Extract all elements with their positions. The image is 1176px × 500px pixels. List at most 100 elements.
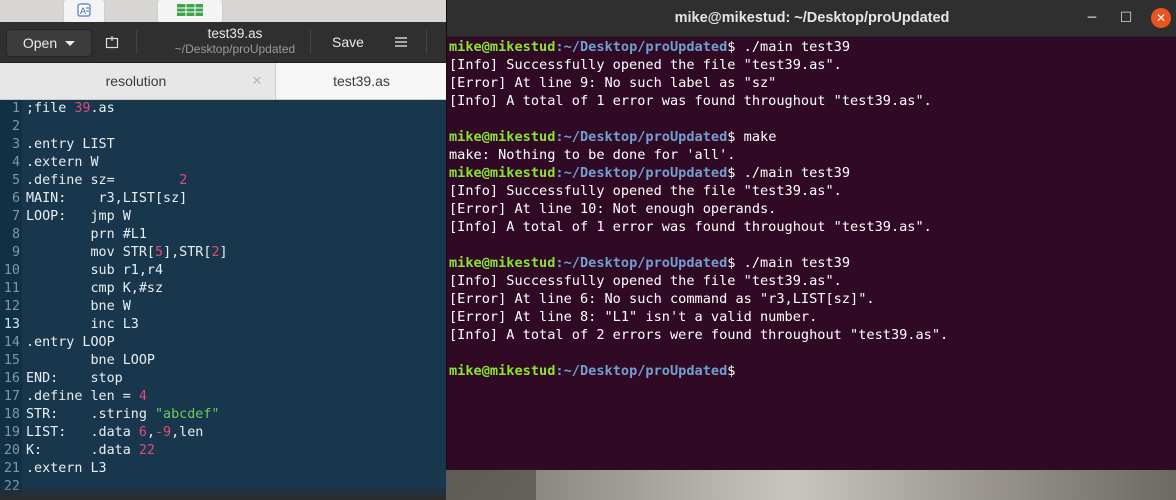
prompt-path: :~/Desktop/proUpdated bbox=[555, 39, 728, 55]
code-text: prn #L1 bbox=[26, 226, 147, 244]
code-line: 14 .entry LOOP bbox=[0, 334, 446, 352]
terminal-output-line: [Info] A total of 1 error was found thro… bbox=[449, 93, 932, 109]
command-text: ./main test39 bbox=[735, 255, 851, 271]
code-token: sub r1,r4 bbox=[26, 263, 164, 278]
code-text: .entry LIST bbox=[26, 136, 115, 154]
line-number: 6 bbox=[11, 191, 20, 206]
number-literal: 4 bbox=[138, 389, 147, 404]
code-text: cmp K,#sz bbox=[26, 280, 163, 298]
code-line: 4 .extern W bbox=[0, 154, 446, 172]
spreadsheet-app-icon[interactable] bbox=[157, 0, 223, 23]
command-text: ./main test39 bbox=[735, 165, 851, 181]
code-token: mov STR[ bbox=[26, 245, 155, 260]
code-text: sub r1,r4 bbox=[26, 262, 163, 280]
code-editor[interactable]: 1 ;file 39.as 2 3 .entry LIST 4 .extern W 5 .def… bbox=[0, 100, 446, 500]
terminal-output-line: [Info] A total of 1 error was found thro… bbox=[449, 219, 932, 235]
code-token: LIST: .data bbox=[26, 425, 139, 440]
string-literal: "abcdef" bbox=[155, 407, 220, 422]
code-token: .entry LIST bbox=[26, 137, 115, 152]
terminal-window: mike@mikestud: ~/Desktop/proUpdated ─ ☐ … bbox=[446, 0, 1176, 470]
code-token: prn #L1 bbox=[26, 227, 147, 242]
code-line: 6 MAIN: r3,LIST[sz] bbox=[0, 190, 446, 208]
code-line: 18 STR: .string "abcdef" bbox=[0, 406, 446, 424]
line-number: 19 bbox=[3, 425, 20, 440]
line-number: 15 bbox=[3, 353, 20, 368]
number-literal: 5 bbox=[155, 245, 164, 260]
save-button[interactable]: Save bbox=[318, 29, 378, 55]
svg-text:A: A bbox=[80, 6, 86, 16]
line-number: 8 bbox=[11, 227, 20, 242]
code-token: .define sz= bbox=[26, 173, 180, 188]
terminal-prompt-line: mike@mikestud:~/Desktop/proUpdated$ ./ma… bbox=[449, 254, 850, 272]
code-line: 12 bne W bbox=[0, 298, 446, 316]
desktop-dock-strip: A bbox=[0, 0, 446, 23]
line-number: 20 bbox=[3, 443, 20, 458]
code-line: 16 END: stop bbox=[0, 370, 446, 388]
number-literal: 6 bbox=[138, 425, 147, 440]
minimize-icon[interactable]: ─ bbox=[1083, 9, 1101, 27]
tab-label: resolution bbox=[105, 73, 167, 89]
terminal-output-line: [Error] At line 6: No such command as "r… bbox=[449, 291, 875, 307]
hamburger-menu-button[interactable] bbox=[386, 29, 416, 55]
terminal-output-line: [Info] A total of 2 errors were found th… bbox=[449, 327, 949, 343]
number-literal: 2 bbox=[179, 173, 188, 188]
code-text: STR: .string "abcdef" bbox=[26, 406, 220, 424]
new-tab-button[interactable] bbox=[98, 29, 126, 55]
prompt-user: mike@mikestud bbox=[449, 255, 556, 271]
header-divider bbox=[136, 30, 137, 54]
tab-test39[interactable]: test39.as bbox=[275, 63, 447, 99]
code-text: mov STR[5],STR[2] bbox=[26, 244, 227, 262]
code-line: 11 cmp K,#sz bbox=[0, 280, 446, 298]
line-number: 3 bbox=[11, 137, 20, 152]
terminal-output-line: [Info] Successfully opened the file "tes… bbox=[449, 273, 842, 289]
code-token: ,len bbox=[171, 425, 204, 440]
code-line: 2 bbox=[0, 118, 446, 136]
code-token: cmp K,#sz bbox=[26, 281, 164, 296]
code-token: STR: .string bbox=[26, 407, 155, 422]
code-line: 9 mov STR[5],STR[2] bbox=[0, 244, 446, 262]
prompt-path: :~/Desktop/proUpdated bbox=[555, 255, 728, 271]
line-number: 4 bbox=[11, 155, 20, 170]
tab-close-icon[interactable]: ✕ bbox=[250, 74, 264, 88]
code-line: 19 LIST: .data 6,-9,len bbox=[0, 424, 446, 442]
prompt-user: mike@mikestud bbox=[449, 129, 556, 145]
code-text: ;file 39.as bbox=[26, 100, 115, 118]
code-token: .define len = bbox=[26, 389, 139, 404]
code-token: .extern L3 bbox=[26, 461, 107, 476]
maximize-icon[interactable]: ☐ bbox=[1117, 9, 1135, 27]
document-title-block: test39.as ~/Desktop/proUpdated bbox=[150, 26, 320, 56]
tab-resolution[interactable]: resolution ✕ bbox=[0, 63, 272, 99]
editor-bottom-fade bbox=[0, 486, 446, 500]
code-text: .define sz= 2 bbox=[26, 172, 187, 190]
code-token: .entry LOOP bbox=[26, 335, 115, 350]
code-token: ;file bbox=[26, 101, 75, 116]
code-text: bne W bbox=[26, 298, 130, 316]
prompt-user: mike@mikestud bbox=[449, 363, 556, 379]
code-token: inc L3 bbox=[26, 317, 139, 332]
terminal-prompt-line: mike@mikestud:~/Desktop/proUpdated$ ./ma… bbox=[449, 164, 850, 182]
code-text: .extern L3 bbox=[26, 460, 107, 478]
terminal-output[interactable]: mike@mikestud:~/Desktop/proUpdated$ ./ma… bbox=[449, 38, 1175, 468]
code-token: .extern W bbox=[26, 155, 99, 170]
prompt-path: :~/Desktop/proUpdated bbox=[555, 363, 728, 379]
code-line: 10 sub r1,r4 bbox=[0, 262, 446, 280]
terminal-output-line: [Error] At line 9: No such label as "sz" bbox=[449, 75, 777, 91]
code-token: , bbox=[146, 425, 155, 440]
spreadsheet-icon bbox=[177, 4, 203, 16]
document-title: test39.as bbox=[207, 26, 263, 41]
command-text bbox=[735, 363, 743, 379]
dictionary-app-icon[interactable]: A bbox=[63, 0, 105, 23]
close-icon[interactable]: ✕ bbox=[1151, 8, 1171, 28]
line-number: 14 bbox=[3, 335, 20, 350]
open-button-label: Open bbox=[22, 35, 58, 51]
code-line: 5 .define sz= 2 bbox=[0, 172, 446, 190]
prompt-path: :~/Desktop/proUpdated bbox=[555, 129, 728, 145]
code-line: 13 inc L3 bbox=[0, 316, 446, 334]
terminal-output-line: [Error] At line 10: Not enough operands. bbox=[449, 201, 777, 217]
document-tabs: resolution ✕ test39.as bbox=[0, 63, 447, 100]
code-text: K: .data 22 bbox=[26, 442, 155, 460]
code-text: END: stop bbox=[26, 370, 123, 388]
code-text: .entry LOOP bbox=[26, 334, 115, 352]
open-button[interactable]: Open bbox=[6, 29, 92, 57]
new-tab-icon bbox=[105, 36, 119, 49]
